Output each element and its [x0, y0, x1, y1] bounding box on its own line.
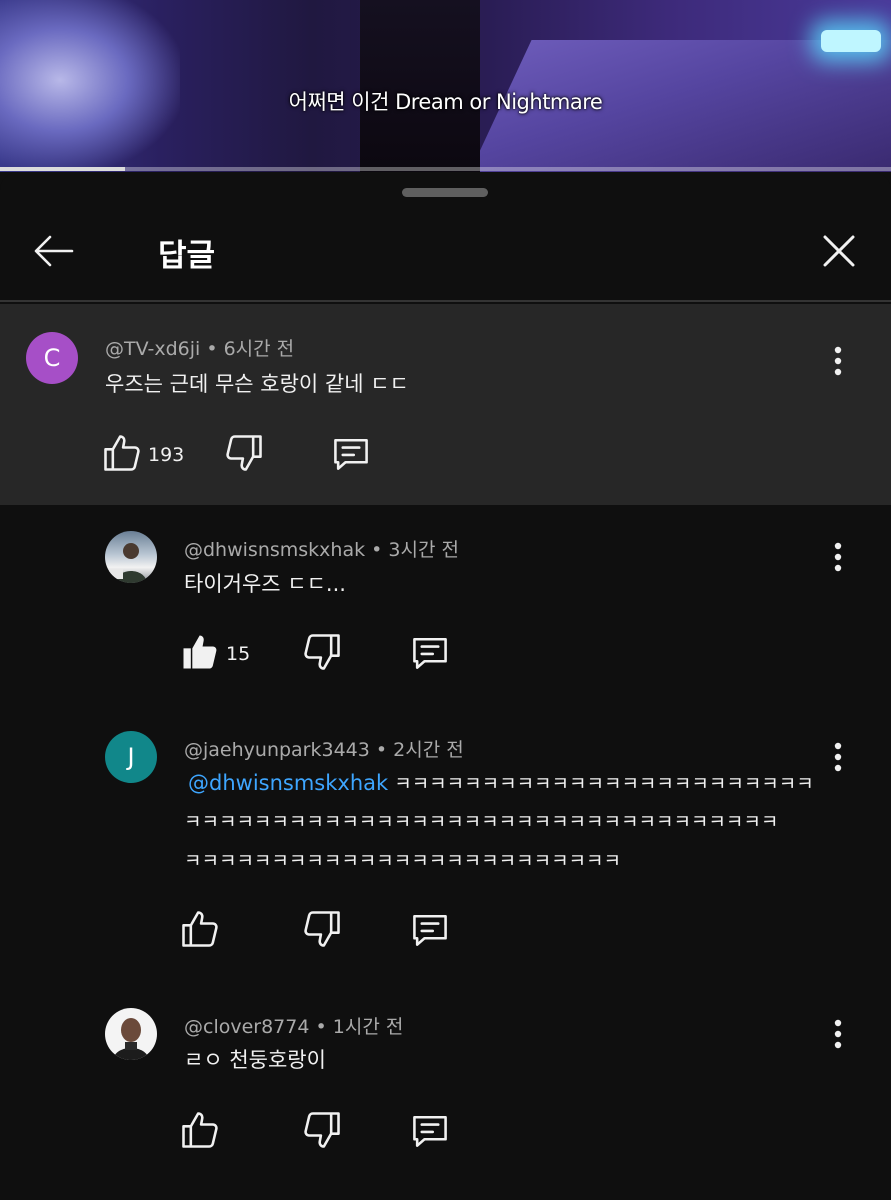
comment-author[interactable]: @TV-xd6ji — [105, 338, 200, 360]
comment-author[interactable]: @jaehyunpark3443 — [184, 739, 370, 761]
video-frame-lamp — [821, 30, 881, 52]
page-title: 답글 — [158, 238, 216, 274]
video-frame-light — [0, 0, 180, 170]
like-button[interactable] — [178, 1108, 222, 1152]
reply-icon — [334, 438, 368, 470]
avatar-photo — [113, 1018, 149, 1060]
comment-meta: @clover8774 • 1시간 전 — [184, 1012, 403, 1039]
like-button[interactable] — [100, 431, 144, 475]
avatar[interactable]: C — [26, 332, 78, 384]
dislike-button[interactable] — [300, 630, 344, 674]
comment-text: 타이거우즈 ㄷㄷ... — [184, 572, 346, 596]
more-vert-icon — [834, 346, 842, 376]
avatar[interactable]: J — [105, 731, 157, 783]
thumbs-up-icon — [182, 911, 218, 947]
like-button[interactable] — [178, 907, 222, 951]
meta-separator: • — [375, 739, 394, 761]
comment-meta: @TV-xd6ji • 6시간 전 — [105, 334, 294, 361]
avatar-photo — [109, 543, 147, 583]
meta-separator: • — [371, 539, 389, 561]
comment-time: 3시간 전 — [388, 539, 459, 561]
comment-meta: @jaehyunpark3443 • 2시간 전 — [184, 735, 464, 762]
reply-button[interactable] — [408, 631, 452, 675]
video-progress-bar[interactable] — [0, 167, 891, 171]
more-vert-icon — [834, 542, 842, 572]
video-progress-fill — [0, 167, 125, 171]
more-vert-icon — [834, 1019, 842, 1049]
comment-author[interactable]: @dhwisnsmskxhak — [184, 539, 365, 561]
thumbs-down-icon — [304, 1112, 340, 1148]
avatar-letter: J — [127, 743, 135, 771]
drag-handle[interactable] — [402, 188, 488, 197]
like-count: 193 — [148, 444, 185, 466]
avatar-letter: C — [43, 344, 61, 372]
sheet-header: 답글 — [0, 202, 891, 302]
parent-comment: C @TV-xd6ji • 6시간 전 우즈는 근데 무슨 호랑이 같네 ㄷㄷ … — [0, 304, 891, 505]
reply-button[interactable] — [329, 432, 373, 476]
more-vert-icon — [834, 742, 842, 772]
thumbs-up-icon — [182, 1112, 218, 1148]
comment-time: 2시간 전 — [393, 739, 464, 761]
dislike-button[interactable] — [300, 907, 344, 951]
comment-meta: @dhwisnsmskxhak • 3시간 전 — [184, 535, 459, 562]
reply-comment: @dhwisnsmskxhak • 3시간 전 타이거우즈 ㄷㄷ... 15 — [0, 527, 891, 697]
meta-separator: • — [315, 1016, 333, 1038]
dislike-button[interactable] — [222, 431, 266, 475]
back-arrow-icon — [34, 235, 74, 267]
like-button[interactable] — [178, 630, 222, 674]
reply-button[interactable] — [408, 908, 452, 952]
avatar[interactable] — [105, 1008, 157, 1060]
video-subtitle: 어쩌면 이건 Dream or Nightmare — [288, 90, 603, 114]
comment-text-line: @dhwisnsmskxhak ㅋㅋㅋㅋㅋㅋㅋㅋㅋㅋㅋㅋㅋㅋㅋㅋㅋㅋㅋㅋㅋㅋㅋㅋ — [188, 764, 814, 804]
dislike-button[interactable] — [300, 1108, 344, 1152]
more-options-button[interactable] — [823, 341, 853, 381]
reply-icon — [413, 914, 447, 946]
thumbs-up-icon — [183, 635, 217, 669]
meta-separator: • — [206, 338, 224, 360]
video-player[interactable]: 어쩌면 이건 Dream or Nightmare — [0, 0, 891, 172]
thumbs-down-icon — [304, 634, 340, 670]
replies-sheet: 답글 C @TV-xd6ji • 6시간 전 우즈는 근데 무슨 호랑이 같네 … — [0, 172, 891, 1200]
reply-button[interactable] — [408, 1109, 452, 1153]
reply-icon — [413, 637, 447, 669]
thumbs-down-icon — [304, 911, 340, 947]
avatar[interactable] — [105, 531, 157, 583]
mention-link[interactable]: @dhwisnsmskxhak — [188, 771, 388, 795]
comment-text-line: ㅋㅋㅋㅋㅋㅋㅋㅋㅋㅋㅋㅋㅋㅋㅋㅋㅋㅋㅋㅋㅋㅋㅋㅋㅋ — [184, 850, 622, 872]
comment-text: ㄹㅇ 천둥호랑이 — [184, 1048, 326, 1072]
comment-time: 6시간 전 — [223, 338, 295, 360]
comment-time: 1시간 전 — [332, 1016, 404, 1038]
comment-text: 우즈는 근데 무슨 호랑이 같네 ㄷㄷ — [105, 372, 409, 396]
close-button[interactable] — [814, 228, 864, 278]
more-options-button[interactable] — [823, 1014, 853, 1054]
comment-author[interactable]: @clover8774 — [184, 1016, 309, 1038]
comment-text-segment: ㅋㅋㅋㅋㅋㅋㅋㅋㅋㅋㅋㅋㅋㅋㅋㅋㅋㅋㅋㅋㅋㅋㅋㅋ — [388, 773, 814, 795]
more-options-button[interactable] — [823, 537, 853, 577]
thumbs-up-icon — [104, 435, 140, 471]
reply-comment: J @jaehyunpark3443 • 2시간 전 @dhwisnsmskxh… — [0, 727, 891, 977]
thumbs-down-icon — [226, 435, 262, 471]
close-icon — [823, 235, 855, 267]
back-button[interactable] — [28, 228, 78, 278]
comment-text-line: ㅋㅋㅋㅋㅋㅋㅋㅋㅋㅋㅋㅋㅋㅋㅋㅋㅋㅋㅋㅋㅋㅋㅋㅋㅋㅋㅋㅋㅋㅋㅋㅋㅋㅋ — [184, 811, 779, 833]
reply-comment: @clover8774 • 1시간 전 ㄹㅇ 천둥호랑이 — [0, 1004, 891, 1184]
more-options-button[interactable] — [823, 737, 853, 777]
like-count: 15 — [226, 643, 251, 665]
reply-icon — [413, 1115, 447, 1147]
